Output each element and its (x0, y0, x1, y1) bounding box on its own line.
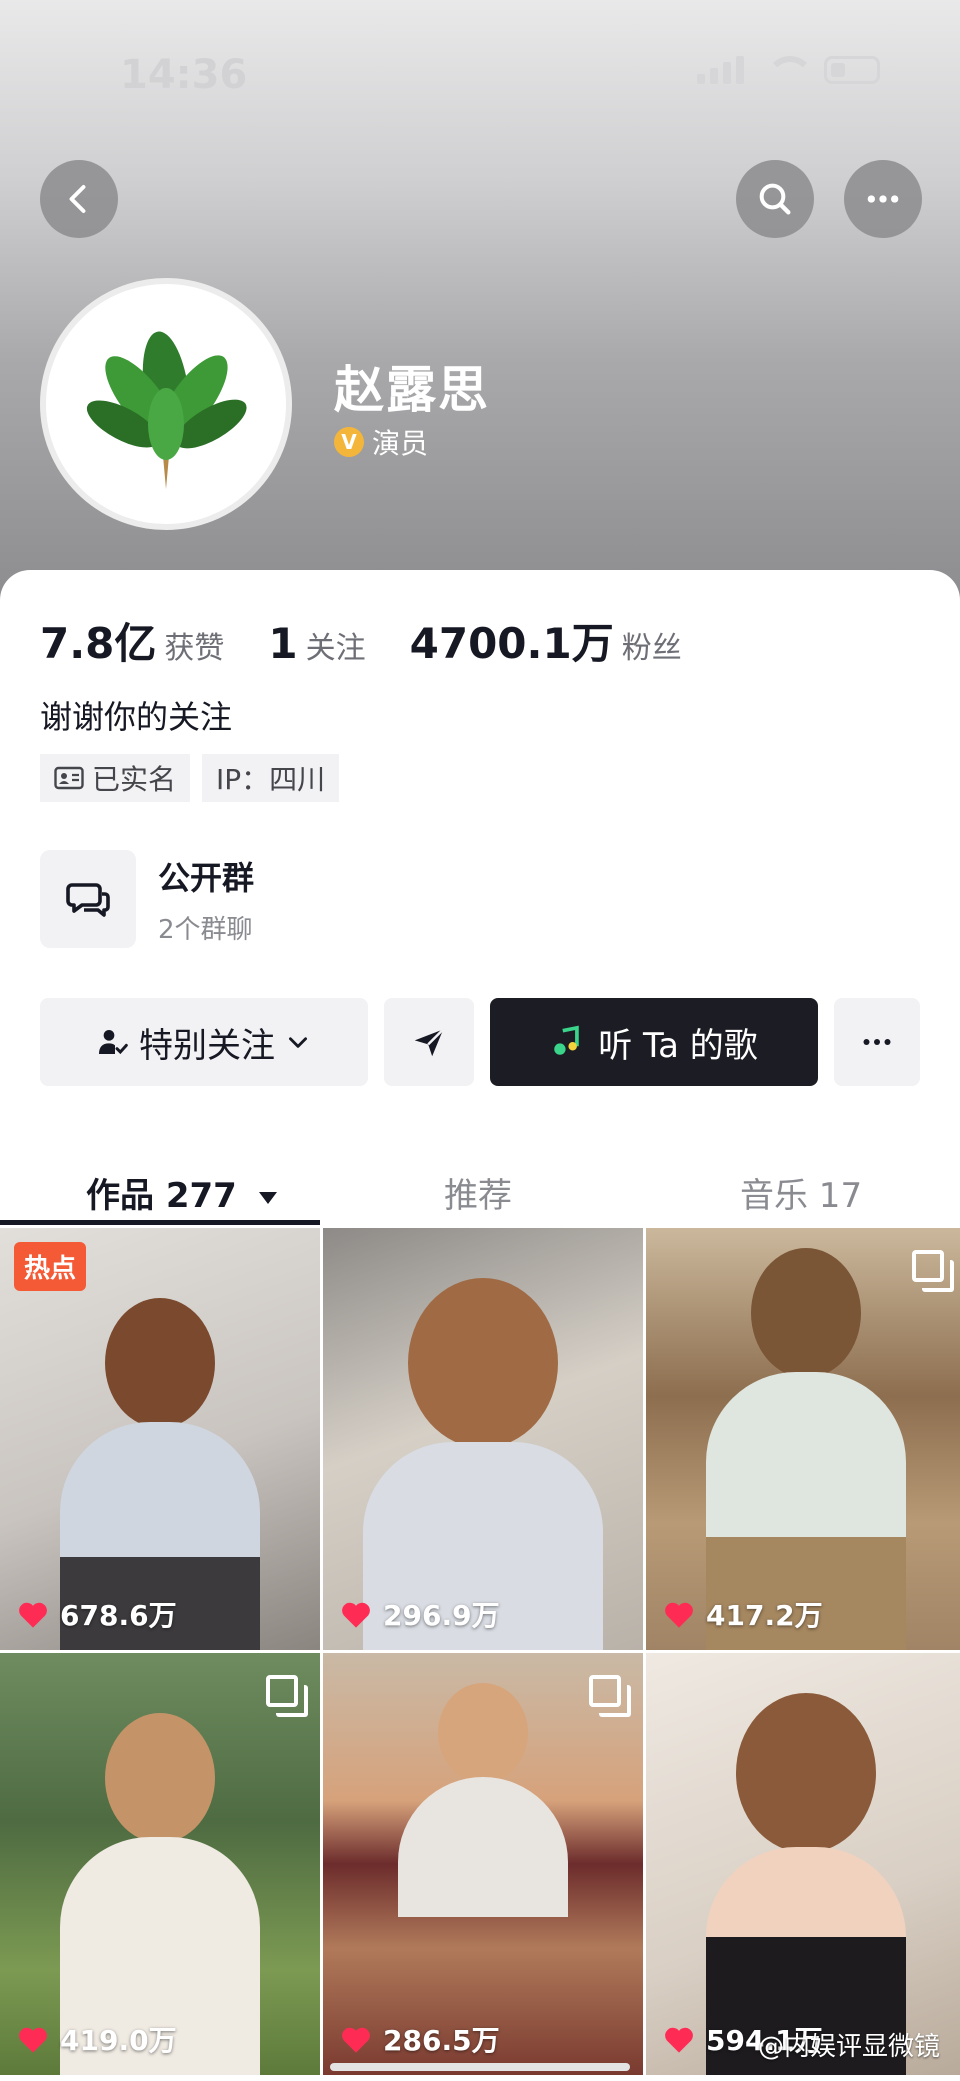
realname-tag: 已实名 (40, 754, 191, 802)
watermark: @内娱评显微镜 (757, 2032, 940, 2062)
video-likes: 286.5万 (339, 2019, 500, 2059)
id-card-icon (54, 766, 84, 790)
tab-works[interactable]: 作品 277 (86, 1168, 279, 1217)
following-count[interactable]: 1 (268, 619, 297, 668)
public-group-entry[interactable]: 公开群 2个群聊 (40, 850, 254, 948)
battery-icon (824, 56, 880, 84)
profile-stats: 7.8亿 获赞 1 关注 4700.1万 粉丝 (40, 610, 726, 671)
active-tab-indicator (0, 1220, 320, 1225)
send-message-button[interactable] (384, 998, 474, 1086)
avatar[interactable] (40, 278, 292, 530)
following-label[interactable]: 关注 (306, 623, 366, 667)
search-icon (759, 183, 791, 215)
multi-image-icon (912, 1250, 954, 1292)
more-actions-button[interactable] (834, 998, 920, 1086)
more-options-button[interactable] (844, 160, 922, 238)
video-like-count: 286.5万 (383, 2024, 500, 2057)
special-follow-label: 特别关注 (139, 1025, 275, 1066)
special-follow-button[interactable]: 特别关注 (40, 998, 368, 1086)
ip-location-label: IP：四川 (216, 763, 326, 796)
chevron-down-icon (289, 1037, 307, 1048)
followers-label[interactable]: 粉丝 (622, 623, 682, 667)
heart-icon (19, 1602, 47, 1628)
realname-label: 已实名 (92, 763, 177, 796)
signal-icon (697, 56, 744, 84)
likes-count: 7.8亿 (40, 619, 157, 668)
listen-songs-button[interactable]: 听 Ta 的歌 (490, 998, 818, 1086)
heart-icon (19, 2027, 47, 2053)
heart-icon (665, 2027, 693, 2053)
video-likes: 296.9万 (339, 1594, 500, 1634)
video-thumbnail[interactable]: 594.1万 (646, 1653, 960, 2075)
profile-bio: 谢谢你的关注 (40, 698, 233, 736)
group-subtitle: 2个群聊 (158, 914, 253, 945)
ellipsis-icon (867, 195, 899, 203)
video-thumbnail[interactable]: 417.2万 (646, 1228, 960, 1650)
multi-image-icon (266, 1675, 308, 1717)
video-like-count: 417.2万 (706, 1599, 823, 1632)
video-likes: 417.2万 (662, 1594, 823, 1634)
video-thumbnail[interactable]: 热点 678.6万 (0, 1228, 320, 1650)
profile-tags: 已实名 IP：四川 (40, 754, 340, 802)
video-grid: 热点 678.6万 296.9万 417.2万 419.0万 286.5万 59… (0, 1228, 960, 2075)
status-icons (697, 56, 880, 84)
video-thumbnail[interactable]: 419.0万 (0, 1653, 320, 2075)
tab-works-label: 作品 277 (86, 1176, 237, 1216)
ellipsis-icon (863, 1039, 891, 1045)
video-figure (706, 1248, 906, 1650)
likes-label: 获赞 (164, 631, 225, 666)
followers-count[interactable]: 4700.1万 (410, 610, 614, 671)
heart-icon (665, 1602, 693, 1628)
group-title: 公开群 (158, 858, 255, 897)
content-tabs: 作品 277 推荐 音乐 17 (0, 1140, 960, 1228)
send-icon (414, 1028, 445, 1057)
caret-down-icon (258, 1191, 277, 1204)
video-figure (398, 1683, 568, 1917)
music-note-icon (554, 1025, 579, 1055)
profile-name: 赵露思 (334, 361, 490, 419)
multi-image-icon (589, 1675, 631, 1717)
chevron-left-icon (69, 185, 86, 213)
tab-music[interactable]: 音乐 17 (740, 1168, 862, 1217)
group-chat-icon (40, 850, 136, 948)
video-like-count: 419.0万 (60, 2024, 177, 2057)
status-bar: 14:36 (0, 40, 960, 100)
verification-row: V 演员 (334, 422, 428, 462)
hot-badge: 热点 (14, 1242, 87, 1291)
action-buttons: 特别关注 听 Ta 的歌 (40, 998, 920, 1086)
verified-badge-icon: V (334, 427, 364, 457)
status-time: 14:36 (120, 52, 248, 98)
video-likes: 419.0万 (16, 2019, 177, 2059)
user-check-icon (99, 1030, 128, 1055)
verification-label: 演员 (372, 427, 429, 460)
video-like-count: 296.9万 (383, 1599, 500, 1632)
wifi-icon (766, 56, 814, 84)
heart-icon (342, 1602, 370, 1628)
search-button[interactable] (736, 160, 814, 238)
video-likes: 678.6万 (16, 1594, 177, 1634)
listen-songs-label: 听 Ta 的歌 (598, 1025, 758, 1066)
heart-icon (342, 2027, 370, 2053)
back-button[interactable] (40, 160, 118, 238)
group-text: 公开群 2个群聊 (158, 853, 254, 946)
video-like-count: 678.6万 (60, 1599, 177, 1632)
video-figure (706, 1693, 906, 2075)
home-indicator[interactable] (330, 2063, 630, 2071)
leaf-bouquet-image (86, 331, 247, 489)
ip-location-tag: IP：四川 (202, 754, 340, 802)
video-thumbnail[interactable]: 296.9万 (323, 1228, 643, 1650)
tab-recommend[interactable]: 推荐 (444, 1168, 512, 1217)
video-thumbnail[interactable]: 286.5万 (323, 1653, 643, 2075)
